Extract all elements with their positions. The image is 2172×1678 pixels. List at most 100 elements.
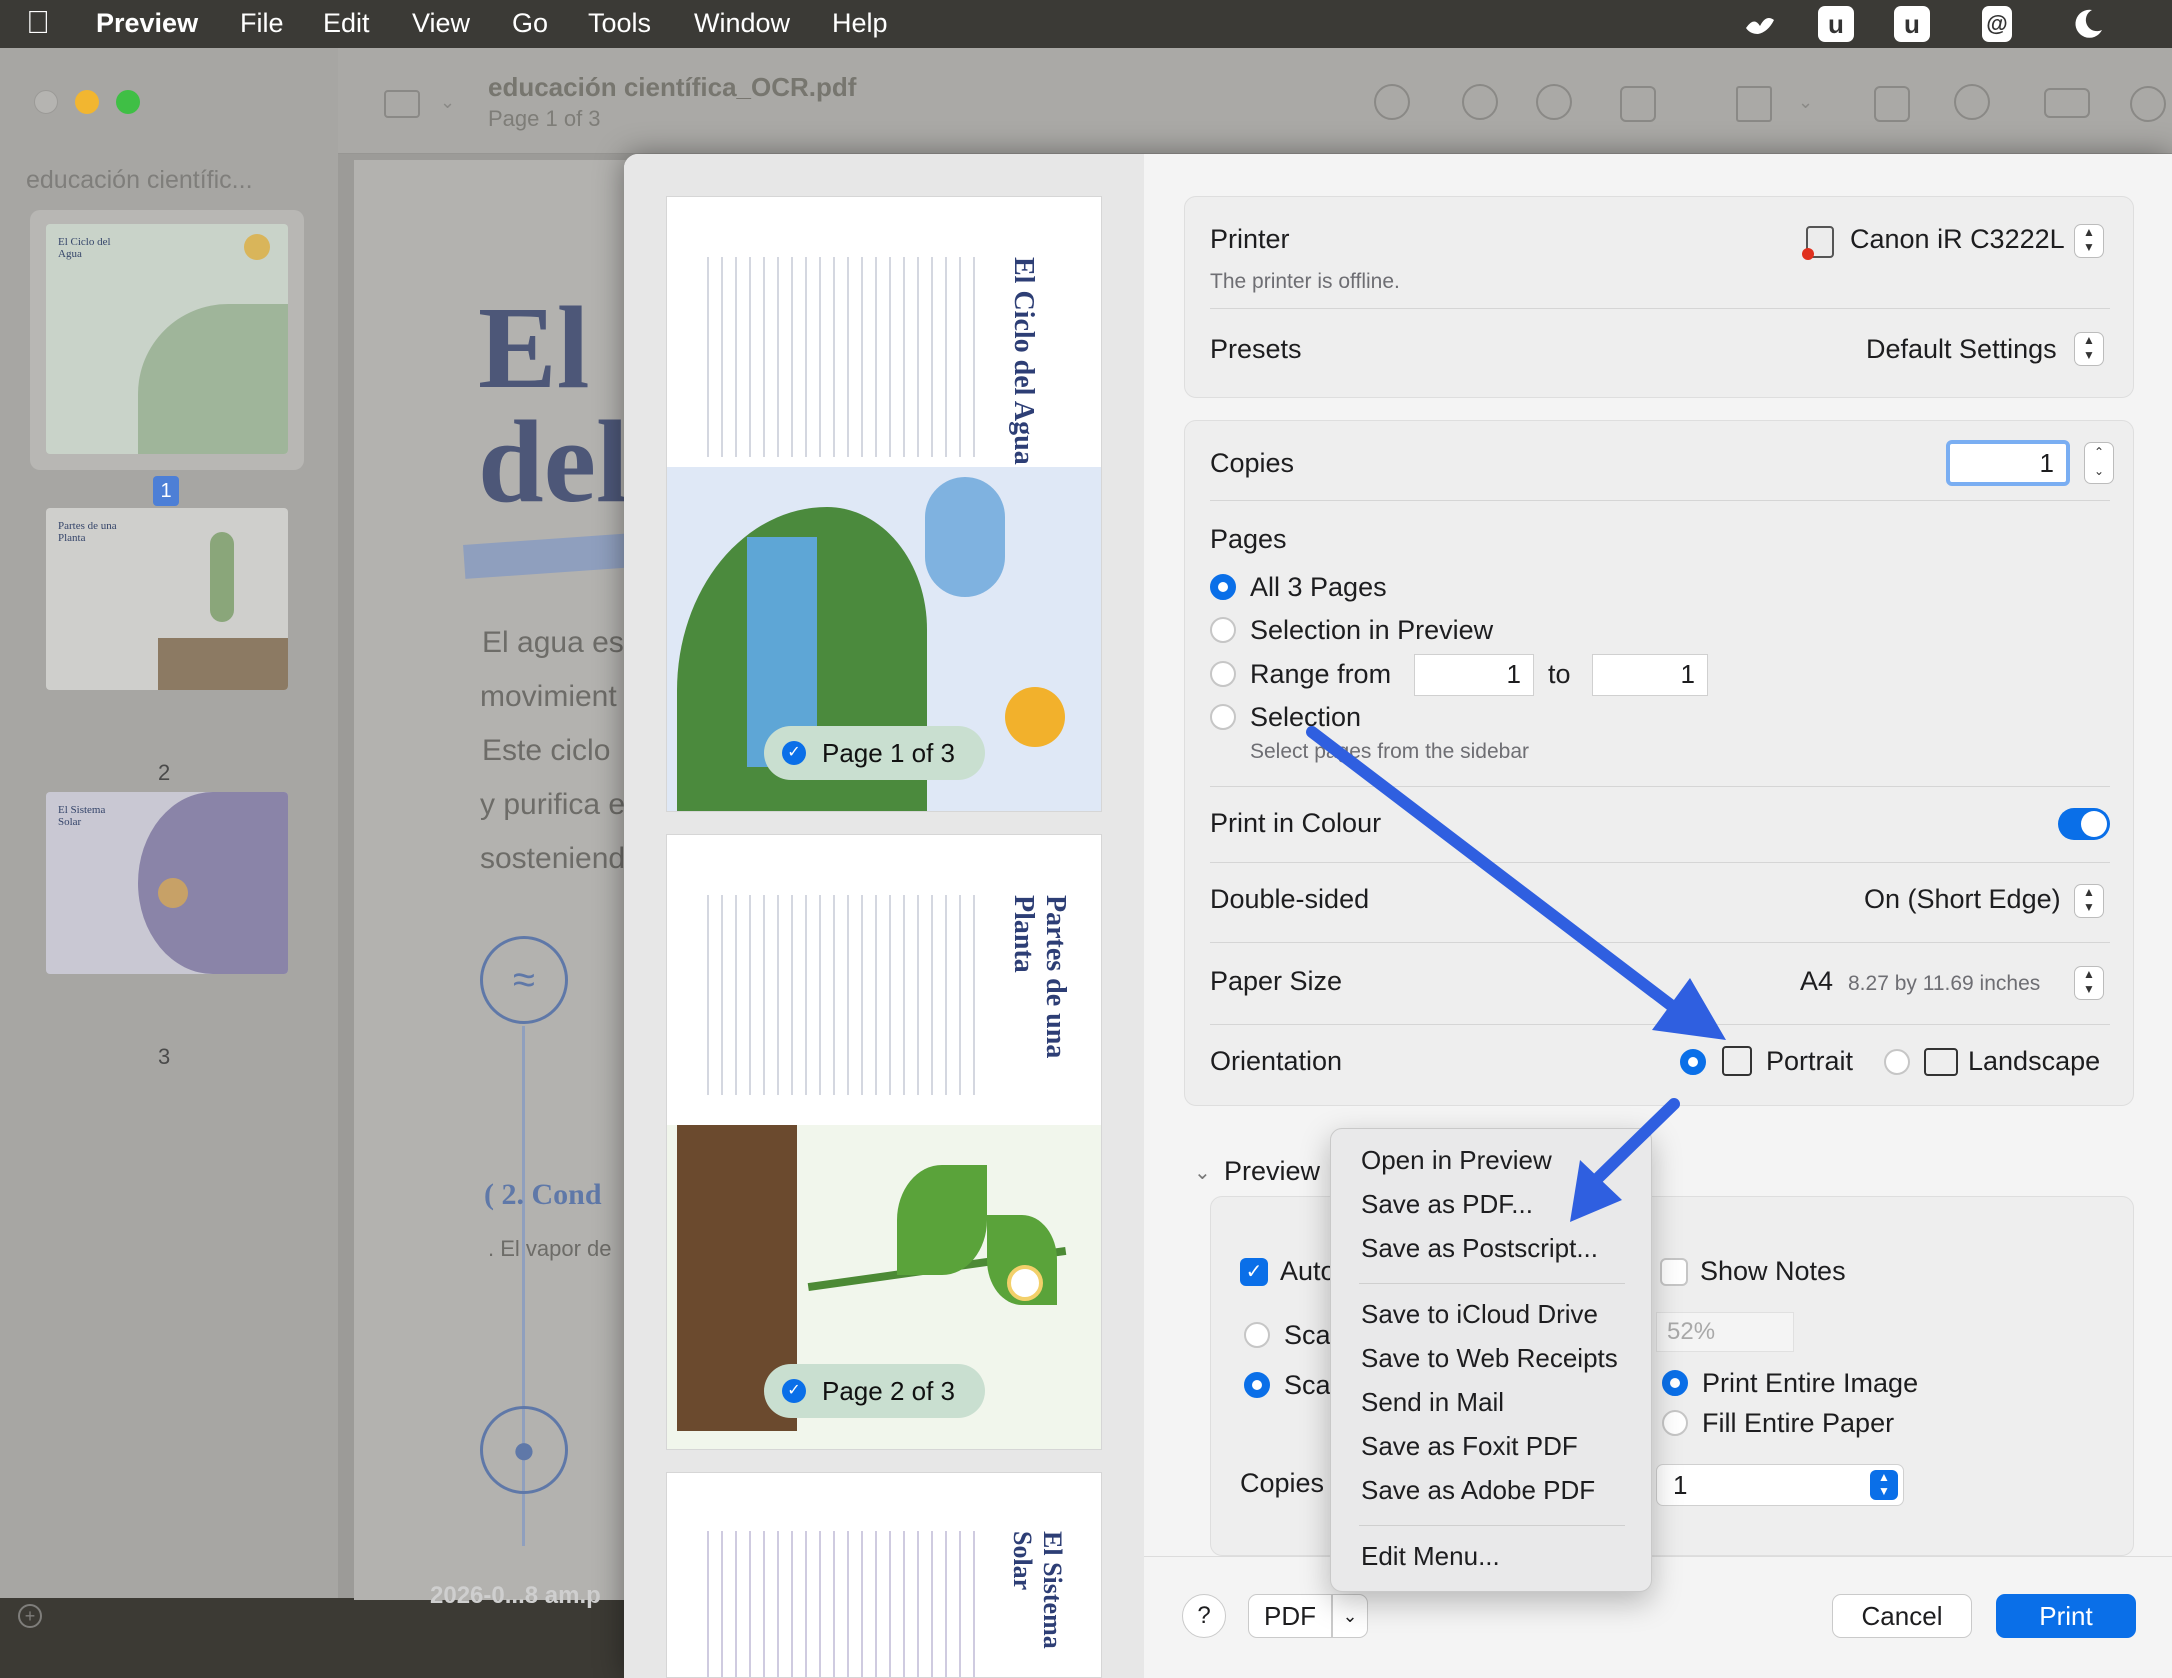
annotate-icon[interactable] [1954, 84, 1990, 120]
zoom-in-icon[interactable] [1536, 84, 1572, 120]
doc-step-2: ( 2. Cond [484, 1178, 602, 1211]
help-button[interactable]: ? [1182, 1594, 1226, 1638]
all-pages-radio[interactable] [1210, 574, 1236, 600]
paper-size-select[interactable]: A4 [1800, 966, 1833, 997]
print-preview-page-2[interactable]: Partes de una Planta [666, 834, 1102, 1450]
form-fill-icon[interactable] [2044, 88, 2090, 118]
preview-section-label[interactable]: Preview [1224, 1156, 1320, 1187]
sidebar-toggle-icon[interactable] [384, 90, 420, 118]
presets-popup-chevrons[interactable]: ▲ ▼ [2074, 332, 2104, 366]
chevron-down-icon[interactable]: ⌄ [1798, 92, 1813, 113]
menu-item-open-in-preview[interactable]: Open in Preview [1361, 1145, 1552, 1176]
print-button[interactable]: Print [1996, 1594, 2136, 1638]
thumbnail-title: El Ciclo del Agua [58, 236, 111, 260]
bird-icon[interactable] [1742, 6, 1778, 42]
preview-copies-select[interactable]: 1 [1656, 1464, 1904, 1506]
doc-para-line: sosteniend [480, 842, 626, 875]
paper-size-label: Paper Size [1210, 966, 1343, 996]
thumbnail-page-1[interactable]: El Ciclo del Agua [46, 224, 288, 454]
presets-select[interactable]: Default Settings [1866, 334, 2057, 365]
check-icon: ✓ [782, 1379, 806, 1403]
menu-item-save-as-pdf[interactable]: Save as PDF... [1361, 1189, 1533, 1220]
copies-select-chevrons[interactable]: ▲ ▼ [1870, 1470, 1898, 1500]
menu-app-name[interactable]: Preview [96, 8, 198, 39]
menu-item-edit-menu[interactable]: Edit Menu... [1361, 1541, 1500, 1572]
range-from-radio[interactable] [1210, 661, 1236, 687]
selection-radio[interactable] [1210, 704, 1236, 730]
at-icon[interactable]: @ [1982, 6, 2012, 42]
scale-percent-input[interactable]: 52% [1656, 1312, 1794, 1352]
auto-rotate-checkbox[interactable]: ✓ [1240, 1258, 1268, 1286]
markup-pen-icon[interactable] [1736, 86, 1772, 122]
pdf-button[interactable]: PDF [1248, 1594, 1332, 1638]
pdf-menu-chevron-icon[interactable]: ⌄ [1332, 1594, 1368, 1638]
menu-item-save-as-foxit-pdf[interactable]: Save as Foxit PDF [1361, 1431, 1578, 1462]
printer-select[interactable]: Canon iR C3222L [1850, 224, 2065, 255]
share-icon[interactable] [1620, 86, 1656, 122]
print-preview-page-3[interactable]: El Sistema Solar [666, 1472, 1102, 1678]
double-sided-select[interactable]: On (Short Edge) [1864, 884, 2061, 915]
window-sidebar: educación científic... El Ciclo del Agua… [0, 48, 338, 1628]
menu-help[interactable]: Help [832, 8, 888, 39]
thumbnail-page-3[interactable]: El Sistema Solar [46, 792, 288, 974]
chevron-down-icon[interactable]: ⌄ [440, 92, 455, 113]
window-toolbar: ⌄ educación científica_OCR.pdf Page 1 of… [338, 48, 2172, 154]
doc-vapor-line: . El vapor de [488, 1236, 612, 1261]
menu-tools[interactable]: Tools [588, 8, 651, 39]
menu-item-save-to-web-receipts[interactable]: Save to Web Receipts [1361, 1343, 1618, 1374]
range-from-input[interactable]: 1 [1414, 654, 1534, 696]
print-preview-page-1[interactable]: El Ciclo del Agua [666, 196, 1102, 812]
range-to-label: to [1548, 659, 1571, 689]
printer-popup-chevrons[interactable]: ▲ ▼ [2074, 224, 2104, 258]
printer-label: Printer [1210, 224, 1290, 254]
menu-edit[interactable]: Edit [323, 8, 370, 39]
apple-icon[interactable]:  [26, 4, 50, 41]
presets-label: Presets [1210, 334, 1302, 364]
menu-go[interactable]: Go [512, 8, 548, 39]
menu-item-send-in-mail[interactable]: Send in Mail [1361, 1387, 1504, 1418]
sun-icon [1005, 687, 1065, 747]
thumbnail-page-2[interactable]: Partes de una Planta [46, 508, 288, 690]
menu-item-save-as-postscript[interactable]: Save as Postscript... [1361, 1233, 1598, 1264]
u-app-icon[interactable]: u [1818, 6, 1854, 42]
portrait-radio[interactable] [1680, 1049, 1706, 1075]
show-notes-label: Show Notes [1700, 1256, 1846, 1286]
printer-icon [1802, 226, 1834, 260]
zoom-window-button[interactable] [116, 90, 140, 114]
print-entire-image-radio[interactable] [1662, 1370, 1688, 1396]
scale-to-fit-radio[interactable] [1244, 1372, 1270, 1398]
close-window-button[interactable] [34, 90, 58, 114]
show-notes-checkbox[interactable] [1660, 1258, 1688, 1286]
thumbnail-title: Partes de una Planta [58, 520, 117, 544]
print-in-colour-toggle[interactable] [2058, 808, 2110, 840]
chevron-down-icon[interactable]: ⌄ [1194, 1160, 1211, 1185]
minimize-window-button[interactable] [75, 90, 99, 114]
copies-input[interactable]: 1 [1946, 440, 2070, 486]
u-app-icon-2[interactable]: u [1894, 6, 1930, 42]
info-icon[interactable] [1374, 84, 1410, 120]
cancel-button[interactable]: Cancel [1832, 1594, 1972, 1638]
menu-window[interactable]: Window [694, 8, 790, 39]
scale-radio[interactable] [1244, 1322, 1270, 1348]
double-sided-popup-chevrons[interactable]: ▲ ▼ [2074, 884, 2104, 918]
fill-entire-paper-radio[interactable] [1662, 1410, 1688, 1436]
preview-page-2-label[interactable]: ✓ Page 2 of 3 [764, 1364, 985, 1418]
menu-item-save-as-adobe-pdf[interactable]: Save as Adobe PDF [1361, 1475, 1595, 1506]
paper-size-popup-chevrons[interactable]: ▲ ▼ [2074, 966, 2104, 1000]
zoom-out-icon[interactable] [1462, 84, 1498, 120]
doc-para-line: El agua es [482, 626, 624, 659]
menu-file[interactable]: File [240, 8, 284, 39]
range-to-input[interactable]: 1 [1592, 654, 1708, 696]
selection-in-preview-radio[interactable] [1210, 617, 1236, 643]
all-pages-label: All 3 Pages [1250, 572, 1387, 602]
menu-view[interactable]: View [412, 8, 470, 39]
moon-icon[interactable] [2070, 6, 2106, 42]
landscape-radio[interactable] [1884, 1049, 1910, 1075]
waves-icon: ≈ [480, 936, 568, 1024]
search-icon[interactable] [2130, 86, 2166, 122]
rotate-icon[interactable] [1874, 86, 1910, 122]
preview-page-1-label[interactable]: ✓ Page 1 of 3 [764, 726, 985, 780]
add-icon[interactable]: + [18, 1604, 42, 1628]
menu-item-save-to-icloud-drive[interactable]: Save to iCloud Drive [1361, 1299, 1598, 1330]
copies-stepper[interactable]: ⌃ ⌄ [2084, 442, 2114, 484]
